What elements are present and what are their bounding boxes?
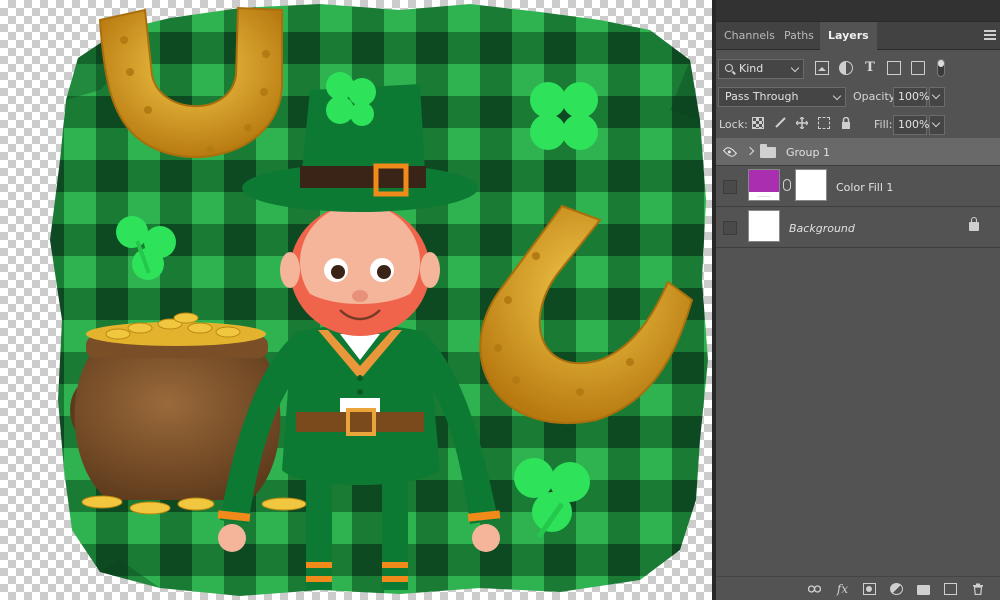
lock-icon[interactable] (969, 217, 979, 231)
filter-shape-layers-icon[interactable] (887, 61, 901, 75)
visibility-toggle[interactable] (723, 221, 737, 235)
fill-input[interactable]: 100% (893, 115, 929, 135)
panel-menu-icon[interactable] (984, 30, 996, 40)
lock-label: Lock: (719, 118, 748, 131)
blend-mode-select[interactable]: Pass Through (718, 87, 846, 107)
opacity-input[interactable]: 100% (893, 87, 929, 107)
link-layers-icon[interactable] (807, 583, 822, 595)
layers-bottom-bar: fx (716, 576, 1000, 600)
opacity-label: Opacity: (853, 90, 899, 103)
filter-toggle-switch[interactable] (937, 59, 945, 77)
eye-icon (722, 144, 738, 160)
layer-name: Background (789, 222, 855, 235)
lock-artboard-icon[interactable] (818, 117, 830, 129)
adjustment-layer-icon[interactable] (890, 583, 903, 595)
search-icon (725, 64, 733, 72)
visibility-toggle[interactable] (722, 144, 738, 160)
chevron-right-icon[interactable] (745, 146, 755, 156)
layer-row-background[interactable]: Background (716, 208, 1000, 248)
layer-row-group-1[interactable]: Group 1 (716, 138, 1000, 166)
lock-image-pixels-icon[interactable] (774, 117, 786, 129)
folder-icon (760, 144, 776, 158)
color-fill-thumbnail[interactable] (748, 169, 780, 201)
chevron-down-icon (832, 91, 842, 101)
panel-tab-bar: Channels Paths Layers (716, 22, 1000, 51)
link-icon[interactable] (783, 179, 791, 191)
blend-mode-value: Pass Through (725, 90, 799, 103)
artwork (50, 4, 708, 596)
fill-dropdown-button[interactable] (929, 115, 945, 135)
panel-collapse-bar[interactable] (716, 0, 1000, 22)
layer-name: Group 1 (786, 146, 830, 159)
filter-pixel-layers-icon[interactable] (815, 61, 829, 75)
chevron-down-icon (790, 63, 800, 73)
filter-kind-label: Kind (739, 62, 764, 75)
filter-type-layers-icon[interactable]: T (863, 61, 877, 75)
tab-layers[interactable]: Layers (820, 22, 877, 51)
visibility-toggle[interactable] (723, 180, 737, 194)
background-thumbnail[interactable] (748, 210, 780, 242)
layer-style-fx-icon[interactable]: fx (836, 583, 849, 595)
new-group-folder-icon[interactable] (917, 585, 930, 595)
new-layer-icon[interactable] (944, 583, 957, 595)
layer-name: Color Fill 1 (836, 181, 894, 194)
filter-adjustment-layers-icon[interactable] (839, 61, 853, 75)
tab-channels[interactable]: Channels (716, 22, 783, 50)
tab-paths[interactable]: Paths (776, 22, 822, 50)
filter-smart-objects-icon[interactable] (911, 61, 925, 75)
lock-transparent-pixels-icon[interactable] (752, 117, 764, 129)
lock-row: Lock: Fill: 100% (716, 112, 1000, 136)
layer-filter-row: Kind T (716, 56, 1000, 80)
add-mask-icon[interactable] (863, 583, 876, 595)
blend-row: Pass Through Opacity: 100% (716, 84, 1000, 108)
lock-position-icon[interactable] (795, 116, 809, 130)
trash-icon[interactable] (971, 583, 984, 596)
opacity-dropdown-button[interactable] (929, 87, 945, 107)
layer-row-color-fill-1[interactable]: Color Fill 1 (716, 167, 1000, 207)
document-canvas[interactable] (0, 0, 712, 600)
layers-panel: Channels Paths Layers Kind T Pass Throug… (716, 0, 1000, 600)
lock-all-icon[interactable] (840, 116, 852, 129)
layer-mask-thumbnail[interactable] (795, 169, 827, 201)
filter-kind-select[interactable]: Kind (718, 59, 804, 79)
fill-label: Fill: (874, 118, 893, 131)
